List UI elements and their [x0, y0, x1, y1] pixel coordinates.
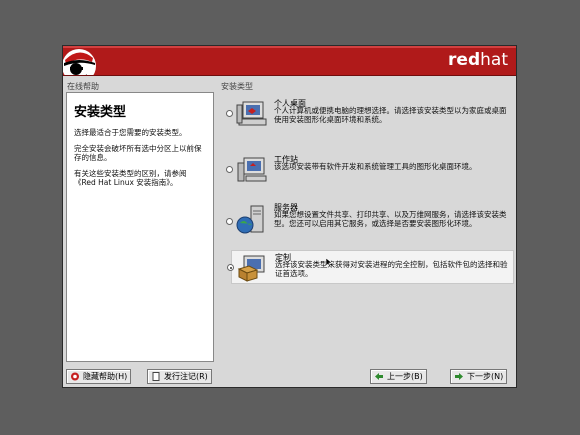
mouse-cursor-icon — [326, 258, 333, 268]
redhat-wordmark: redhat — [448, 50, 508, 70]
option-server[interactable]: 服务器 如果您想设置文件共享、打印共享、以及万维网服务，请选择该安装类型。您还可… — [221, 201, 514, 243]
back-button[interactable]: 上一步(B) — [370, 369, 427, 384]
help-title: 安装类型 — [74, 105, 127, 120]
hide-help-button[interactable]: 隐藏帮助(H) — [66, 369, 132, 384]
option-description: 选择该安装类型来获得对安装进程的完全控制，包括软件包的选择和验证首选项。 — [275, 260, 508, 278]
release-notes-button[interactable]: 发行注记(R) — [147, 369, 212, 384]
help-section-label: 在线帮助 — [67, 82, 99, 91]
help-paragraph: 完全安装会破坏所有选中分区上以前保存的信息。 — [74, 144, 202, 162]
install-type-section-label: 安装类型 — [221, 82, 253, 91]
arrow-right-icon — [455, 373, 463, 380]
document-icon — [152, 372, 160, 381]
option-custom[interactable]: 定制 选择该安装类型来获得对安装进程的完全控制，包括软件包的选择和验证首选项。 — [227, 250, 514, 284]
radio-custom[interactable] — [227, 264, 234, 271]
install-type-options: 个人桌面 个人计算机或便携电脑的理想选择。请选择该安装类型以为家庭或桌面使用安装… — [221, 92, 514, 362]
desktop-computer-icon — [236, 101, 267, 126]
option-personal-desktop[interactable]: 个人桌面 个人计算机或便携电脑的理想选择。请选择该安装类型以为家庭或桌面使用安装… — [221, 97, 514, 131]
help-paragraph: 选择最适合于您需要的安装类型。 — [74, 128, 187, 137]
option-workstation[interactable]: 工作站 该选项安装带有软件开发和系统管理工具的图形化桌面环境。 — [221, 153, 514, 187]
radio-server[interactable] — [226, 218, 233, 225]
next-button[interactable]: 下一步(N) — [450, 369, 508, 384]
option-description: 个人计算机或便携电脑的理想选择。请选择该安装类型以为家庭或桌面使用安装图形化桌面… — [274, 106, 507, 124]
server-globe-icon — [236, 205, 264, 234]
help-paragraph: 有关这些安装类型的区别，请参阅《Red Hat Linux 安装指南》。 — [74, 169, 187, 187]
redhat-banner: redhat — [63, 46, 516, 76]
shadowman-logo-icon — [63, 49, 96, 75]
radio-workstation[interactable] — [226, 166, 233, 173]
option-description: 如果您想设置文件共享、打印共享、以及万维网服务，请选择该安装类型。您还可以启用其… — [274, 210, 507, 228]
radio-personal-desktop[interactable] — [226, 110, 233, 117]
workstation-icon — [237, 157, 267, 182]
arrow-left-icon — [375, 373, 383, 380]
option-description: 该选项安装带有软件开发和系统管理工具的图形化桌面环境。 — [274, 162, 477, 171]
help-panel: 安装类型 选择最适合于您需要的安装类型。 完全安装会破坏所有选中分区上以前保存的… — [66, 92, 214, 362]
bottom-button-bar: 隐藏帮助(H) 发行注记(R) 上一步(B) 下一步(N) — [63, 367, 516, 387]
custom-package-icon — [237, 255, 265, 282]
help-lifebuoy-icon — [71, 372, 79, 381]
installer-window: redhat 在线帮助 安装类型 安装类型 选择最适合于您需要的安装类型。 完全… — [62, 45, 517, 388]
